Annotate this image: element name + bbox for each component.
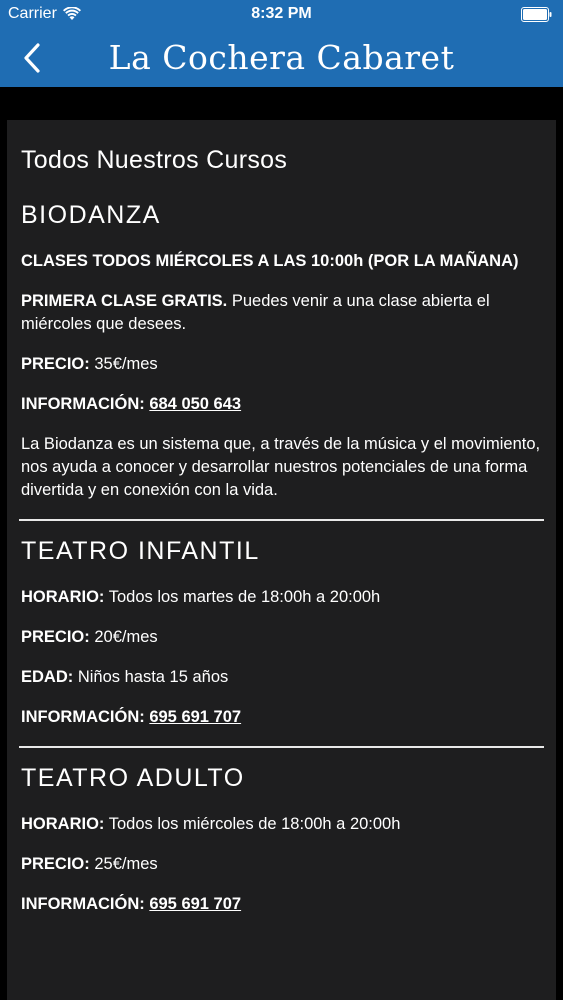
course-schedule: CLASES TODOS MIÉRCOLES A LAS 10:00h (POR…	[21, 250, 542, 273]
price-value: 20€/mes	[94, 628, 158, 646]
course-schedule: HORARIO: Todos los martes de 18:00h a 20…	[21, 586, 542, 609]
nav-bar: La Cochera Cabaret	[0, 30, 563, 87]
price-value: 35€/mes	[94, 355, 158, 373]
course-description: La Biodanza es un sistema que, a través …	[21, 435, 541, 499]
course-teatro-infantil: TEATRO INFANTIL HORARIO: Todos los marte…	[21, 537, 542, 729]
course-schedule-text: CLASES TODOS MIÉRCOLES A LAS 10:00h (POR…	[21, 252, 519, 270]
info-label: INFORMACIÓN:	[21, 895, 145, 913]
app-header: Carrier 8:32 PM La Cochera Cabaret	[0, 0, 563, 87]
schedule-label: HORARIO:	[21, 815, 105, 833]
phone-link[interactable]: 695 691 707	[149, 708, 241, 726]
first-class-label: PRIMERA CLASE GRATIS.	[21, 292, 228, 310]
course-biodanza: BIODANZA CLASES TODOS MIÉRCOLES A LAS 10…	[21, 201, 542, 502]
course-name: TEATRO INFANTIL	[21, 537, 260, 565]
course-info: INFORMACIÓN: 684 050 643	[21, 393, 542, 416]
back-button[interactable]	[10, 38, 54, 78]
chevron-left-icon	[24, 43, 40, 73]
price-label: PRECIO:	[21, 628, 90, 646]
info-label: INFORMACIÓN:	[21, 708, 145, 726]
status-time: 8:32 PM	[251, 5, 312, 22]
schedule-label: HORARIO:	[21, 588, 105, 606]
info-label: INFORMACIÓN:	[21, 395, 145, 413]
page-title: Todos Nuestros Cursos	[21, 146, 288, 174]
content-card[interactable]: Todos Nuestros Cursos BIODANZA CLASES TO…	[7, 120, 556, 1000]
battery-icon	[521, 7, 552, 22]
phone-link[interactable]: 695 691 707	[149, 895, 241, 913]
price-value: 25€/mes	[94, 855, 158, 873]
course-info: INFORMACIÓN: 695 691 707	[21, 706, 542, 729]
course-price: PRECIO: 25€/mes	[21, 853, 542, 876]
course-price: PRECIO: 20€/mes	[21, 626, 542, 649]
nav-title: La Cochera Cabaret	[108, 38, 455, 77]
course-age: EDAD: Niños hasta 15 años	[21, 666, 542, 689]
phone-link[interactable]: 684 050 643	[149, 395, 241, 413]
course-name: TEATRO ADULTO	[21, 764, 245, 792]
divider	[19, 519, 544, 521]
course-price: PRECIO: 35€/mes	[21, 353, 542, 376]
schedule-value: Todos los miércoles de 18:00h a 20:00h	[108, 815, 401, 833]
age-value: Niños hasta 15 años	[77, 668, 229, 686]
status-bar: Carrier 8:32 PM	[0, 0, 563, 30]
course-teatro-adulto: TEATRO ADULTO HORARIO: Todos los miércol…	[21, 764, 542, 916]
price-label: PRECIO:	[21, 855, 90, 873]
course-schedule: HORARIO: Todos los miércoles de 18:00h a…	[21, 813, 542, 836]
course-info: INFORMACIÓN: 695 691 707	[21, 893, 542, 916]
price-label: PRECIO:	[21, 355, 90, 373]
divider	[19, 746, 544, 748]
course-first-class: PRIMERA CLASE GRATIS. Puedes venir a una…	[21, 290, 542, 336]
course-name: BIODANZA	[21, 201, 161, 229]
schedule-value: Todos los martes de 18:00h a 20:00h	[108, 588, 381, 606]
age-label: EDAD:	[21, 668, 74, 686]
